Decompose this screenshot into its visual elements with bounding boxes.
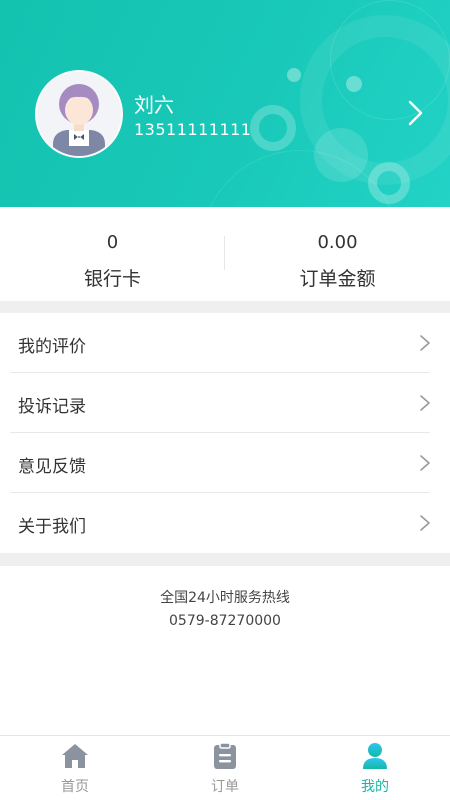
chevron-right-icon bbox=[420, 335, 430, 351]
bottom-tab-bar: 首页 订单 我的 bbox=[0, 735, 450, 800]
chevron-right-icon bbox=[420, 515, 430, 531]
tab-mine[interactable]: 我的 bbox=[300, 736, 450, 800]
menu-item-complaints[interactable]: 投诉记录 bbox=[0, 373, 450, 433]
stat-value: 0 bbox=[106, 232, 119, 253]
stat-label: 订单金额 bbox=[299, 268, 376, 290]
section-divider bbox=[0, 553, 450, 566]
order-icon bbox=[214, 742, 236, 769]
menu-item-label: 意见反馈 bbox=[18, 457, 86, 477]
menu-item-label: 关于我们 bbox=[18, 517, 86, 537]
tab-orders[interactable]: 订单 bbox=[150, 736, 300, 800]
menu-item-my-reviews[interactable]: 我的评价 bbox=[0, 313, 450, 373]
menu-list: 我的评价 投诉记录 意见反馈 关于我们 bbox=[0, 313, 450, 553]
header-decoration bbox=[250, 105, 296, 151]
header-decoration bbox=[287, 68, 301, 82]
menu-item-about-us[interactable]: 关于我们 bbox=[0, 493, 450, 553]
stat-bank-cards[interactable]: 0 银行卡 bbox=[0, 207, 225, 301]
user-avatar-icon bbox=[37, 72, 121, 156]
chevron-right-icon[interactable] bbox=[403, 98, 427, 128]
stat-divider bbox=[224, 236, 225, 270]
profile-header: 刘六 13511111111 bbox=[0, 0, 450, 207]
user-phone: 13511111111 bbox=[134, 120, 252, 139]
chevron-right-icon bbox=[420, 455, 430, 471]
header-decoration bbox=[346, 76, 362, 92]
hotline-title: 全国24小时服务热线 bbox=[160, 590, 290, 606]
stat-value: 0.00 bbox=[317, 232, 358, 253]
header-decoration bbox=[314, 128, 368, 182]
home-icon bbox=[62, 744, 88, 768]
tab-label: 我的 bbox=[361, 779, 389, 795]
stat-label: 银行卡 bbox=[83, 268, 141, 290]
chevron-right-icon bbox=[420, 395, 430, 411]
tab-label: 订单 bbox=[211, 779, 239, 795]
user-name: 刘六 bbox=[134, 93, 174, 117]
user-icon bbox=[363, 743, 387, 769]
tab-label: 首页 bbox=[61, 779, 89, 795]
profile-page: 刘六 13511111111 0 银行卡 0.00 订单金额 我的评价 投诉记录 bbox=[0, 0, 450, 800]
avatar[interactable] bbox=[35, 70, 123, 158]
menu-item-label: 我的评价 bbox=[18, 337, 86, 357]
header-decoration bbox=[368, 162, 410, 204]
menu-item-feedback[interactable]: 意见反馈 bbox=[0, 433, 450, 493]
section-divider bbox=[0, 301, 450, 313]
menu-item-label: 投诉记录 bbox=[18, 397, 86, 417]
stat-order-amount[interactable]: 0.00 订单金额 bbox=[225, 207, 450, 301]
tab-home[interactable]: 首页 bbox=[0, 736, 150, 800]
hotline-number[interactable]: 0579-87270000 bbox=[0, 613, 450, 629]
stats-panel: 0 银行卡 0.00 订单金额 bbox=[0, 207, 450, 301]
